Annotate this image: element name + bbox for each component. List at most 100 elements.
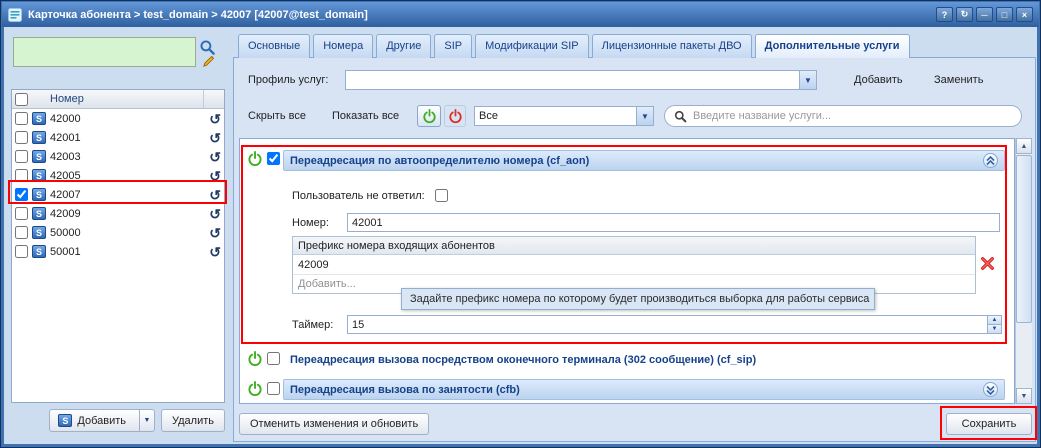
- cfb-checkbox[interactable]: [267, 382, 280, 395]
- power-on-icon[interactable]: [246, 380, 263, 397]
- subscriber-number: 50001: [50, 246, 81, 258]
- cfb-header[interactable]: Переадресация вызова по занятости (cfb): [283, 379, 1005, 400]
- delete-subscriber-label: Удалить: [172, 415, 214, 427]
- spinner-down-icon[interactable]: ▼: [988, 325, 1001, 333]
- timer-spinner[interactable]: ▲ ▼: [347, 315, 1002, 334]
- timer-input[interactable]: [348, 316, 987, 333]
- history-icon[interactable]: ↺: [209, 131, 221, 145]
- power-on-icon[interactable]: [246, 350, 263, 367]
- collapse-icon[interactable]: [983, 153, 998, 168]
- prefix-table: Префикс номера входящих абонентов 42009 …: [292, 236, 976, 294]
- prefix-row[interactable]: 42009: [293, 255, 975, 275]
- tab-license-packages[interactable]: Лицензионные пакеты ДВО: [592, 34, 752, 58]
- delete-prefix-icon[interactable]: [980, 256, 995, 274]
- tab-additional-services[interactable]: Дополнительные услуги: [755, 34, 910, 58]
- tab-sip[interactable]: SIP: [434, 34, 472, 58]
- cf-sip-checkbox[interactable]: [267, 352, 280, 365]
- number-label: Номер:: [292, 217, 329, 229]
- timer-label: Таймер:: [292, 319, 333, 331]
- cf-sip-title[interactable]: Переадресация вызова посредством оконечн…: [290, 354, 756, 366]
- no-answer-label: Пользователь не ответил:: [292, 190, 425, 202]
- tab-main[interactable]: Основные: [238, 34, 310, 58]
- service-search-input[interactable]: [693, 110, 1012, 122]
- table-row[interactable]: S 42000 ↺: [12, 109, 224, 128]
- sip-subscriber-icon: S: [32, 245, 46, 258]
- row-checkbox[interactable]: [15, 112, 28, 125]
- history-icon[interactable]: ↺: [209, 188, 221, 202]
- sip-subscriber-icon: S: [32, 112, 46, 125]
- row-checkbox[interactable]: [15, 188, 28, 201]
- cf-aon-checkbox[interactable]: [267, 152, 280, 165]
- prefix-tooltip: Задайте префикс номера по которому будет…: [401, 288, 875, 310]
- service-search-field[interactable]: [664, 105, 1022, 127]
- profile-add-button[interactable]: Добавить: [854, 74, 903, 86]
- cancel-and-refresh-label: Отменить изменения и обновить: [250, 418, 418, 430]
- cf-aon-header[interactable]: Переадресация по автоопределителю номера…: [283, 150, 1005, 171]
- left-panel-toolbar: S Добавить ▼ Удалить: [11, 409, 225, 432]
- edit-pencil-icon[interactable]: [202, 54, 216, 68]
- table-row[interactable]: S 42003 ↺: [12, 147, 224, 166]
- tab-numbers[interactable]: Номера: [313, 34, 373, 58]
- spinner-up-icon[interactable]: ▲: [988, 316, 1001, 325]
- chevron-down-icon[interactable]: ▼: [636, 107, 653, 125]
- close-button[interactable]: ×: [1016, 7, 1033, 22]
- no-answer-checkbox[interactable]: [435, 189, 448, 202]
- titlebar: Карточка абонента > test_domain > 42007 …: [2, 2, 1039, 27]
- row-checkbox[interactable]: [15, 131, 28, 144]
- history-icon[interactable]: ↺: [209, 207, 221, 221]
- select-all-checkbox[interactable]: [15, 93, 28, 106]
- cf-aon-title: Переадресация по автоопределителю номера…: [290, 155, 589, 167]
- maximize-button[interactable]: □: [996, 7, 1013, 22]
- forward-number-input[interactable]: [347, 213, 1000, 232]
- row-checkbox[interactable]: [15, 169, 28, 182]
- table-row[interactable]: S 50001 ↺: [12, 242, 224, 261]
- spinner-buttons: ▲ ▼: [987, 316, 1001, 333]
- table-row-selected[interactable]: S 42007 ↺: [12, 185, 224, 204]
- subscriber-number: 42007: [50, 189, 81, 201]
- subscriber-filter-input[interactable]: [13, 37, 196, 67]
- table-row[interactable]: S 42005 ↺: [12, 166, 224, 185]
- add-subscriber-button[interactable]: S Добавить ▼: [49, 409, 155, 432]
- save-button[interactable]: Сохранить: [946, 413, 1032, 435]
- chevron-down-icon[interactable]: ▼: [799, 71, 816, 89]
- power-on-filter-button[interactable]: [417, 105, 441, 127]
- table-row[interactable]: S 42009 ↺: [12, 204, 224, 223]
- history-icon[interactable]: ↺: [209, 245, 221, 259]
- profile-replace-button[interactable]: Заменить: [934, 74, 983, 86]
- service-profile-input[interactable]: [346, 71, 799, 89]
- table-row[interactable]: S 50000 ↺: [12, 223, 224, 242]
- sip-subscriber-icon: S: [32, 207, 46, 220]
- history-icon[interactable]: ↺: [209, 169, 221, 183]
- show-all-button[interactable]: Показать все: [332, 110, 399, 122]
- service-profile-combobox[interactable]: ▼: [345, 70, 817, 90]
- power-off-filter-button[interactable]: [444, 105, 466, 127]
- refresh-button[interactable]: ↻: [956, 7, 973, 22]
- row-checkbox[interactable]: [15, 207, 28, 220]
- table-row[interactable]: S 42001 ↺: [12, 128, 224, 147]
- scrollbar-thumb[interactable]: [1016, 155, 1032, 323]
- cancel-and-refresh-button[interactable]: Отменить изменения и обновить: [239, 413, 429, 435]
- scroll-up-icon[interactable]: ▲: [1016, 138, 1032, 154]
- service-filter-value[interactable]: [475, 107, 636, 125]
- row-checkbox[interactable]: [15, 150, 28, 163]
- row-checkbox[interactable]: [15, 226, 28, 239]
- history-icon[interactable]: ↺: [209, 226, 221, 240]
- services-scrollbar[interactable]: ▲ ▼: [1015, 138, 1032, 404]
- service-filter-combobox[interactable]: ▼: [474, 106, 654, 126]
- power-on-icon[interactable]: [246, 150, 263, 167]
- delete-subscriber-button[interactable]: Удалить: [161, 409, 225, 432]
- scroll-down-icon[interactable]: ▼: [1016, 388, 1032, 404]
- minimize-button[interactable]: ─: [976, 7, 993, 22]
- history-icon[interactable]: ↺: [209, 150, 221, 164]
- expand-icon[interactable]: [983, 382, 998, 397]
- hide-all-button[interactable]: Скрыть все: [248, 110, 306, 122]
- add-dropdown-arrow-icon[interactable]: ▼: [139, 410, 154, 431]
- row-checkbox[interactable]: [15, 245, 28, 258]
- tab-other[interactable]: Другие: [376, 34, 431, 58]
- tab-bar: Основные Номера Другие SIP Модификации S…: [238, 34, 910, 58]
- history-icon[interactable]: ↺: [209, 112, 221, 126]
- tab-sip-modifications[interactable]: Модификации SIP: [475, 34, 588, 58]
- help-button[interactable]: ?: [936, 7, 953, 22]
- window-icon: [8, 8, 22, 22]
- no-answer-row: Пользователь не ответил:: [292, 189, 448, 202]
